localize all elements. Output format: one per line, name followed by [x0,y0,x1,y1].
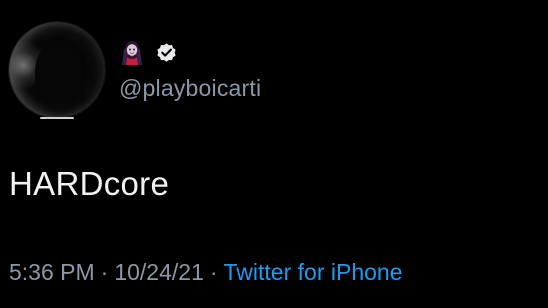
display-name[interactable] [120,39,178,65]
verified-badge-icon [155,41,178,64]
tweet-text: HARDcore [9,165,170,202]
avatar-underline [40,117,74,119]
meta-separator: · [100,259,109,285]
tweet-card[interactable]: @playboicarti HARDcore 5:36 PM · 10/24/2… [0,0,548,308]
vampire-emoji-icon [120,39,144,65]
user-handle[interactable]: @playboicarti [119,75,261,102]
avatar[interactable] [9,22,105,118]
author-name-row[interactable] [120,39,178,65]
tweet-time[interactable]: 5:36 PM [9,259,95,286]
tweet-metadata: 5:36 PM · 10/24/21 · Twitter for iPhone [9,259,403,286]
tweet-date[interactable]: 10/24/21 [114,259,204,286]
meta-separator: · [209,259,218,285]
tweet-source-link[interactable]: Twitter for iPhone [224,259,403,286]
avatar-figure [35,44,81,104]
